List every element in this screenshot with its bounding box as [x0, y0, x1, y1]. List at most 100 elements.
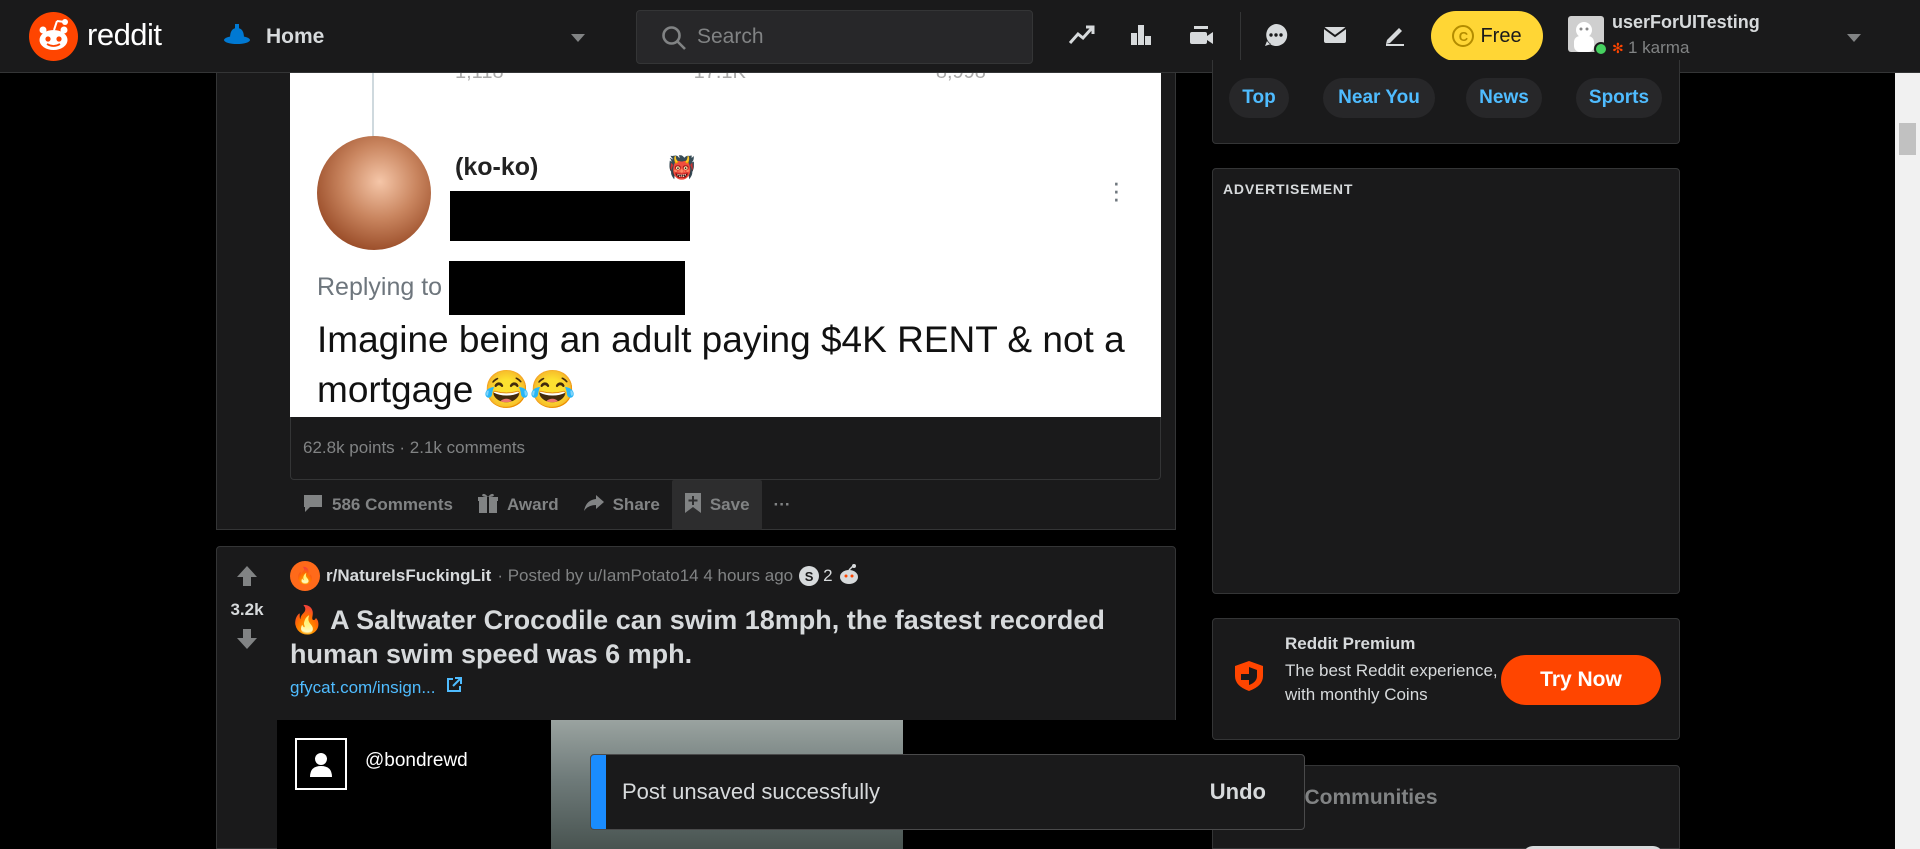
- upvote-icon[interactable]: [236, 565, 258, 592]
- feed-label: Home: [266, 25, 325, 48]
- chevron-down-icon: [1846, 30, 1862, 48]
- award-label: Award: [506, 495, 559, 514]
- header-divider: [1240, 12, 1241, 60]
- laughing-emoji-icon: 😂😂: [483, 369, 576, 410]
- chip-news[interactable]: News: [1466, 78, 1542, 118]
- more-vertical-icon: · · ·: [1112, 167, 1121, 213]
- user-dropdown[interactable]: userForUITesting ✻ 1 karma: [1568, 12, 1868, 62]
- karma-icon: ✻: [1612, 40, 1624, 56]
- vote-column: 3.2k: [217, 565, 277, 655]
- external-link[interactable]: gfycat.com/insign...: [290, 677, 462, 698]
- mail-icon: [1323, 26, 1347, 49]
- user-icon: [295, 738, 347, 790]
- more-options-button[interactable]: ···: [762, 480, 803, 530]
- pencil-icon: [1383, 23, 1407, 52]
- tweet-like-count: 8,998: [936, 73, 986, 84]
- silver-award-icon: S: [799, 566, 820, 586]
- post-title-text: A Saltwater Crocodile can swim 18mph, th…: [290, 605, 1105, 669]
- comments-label: 586 Comments: [332, 495, 453, 514]
- premium-card: Reddit Premium The best Reddit experienc…: [1212, 618, 1680, 740]
- tweet-replying-to: Replying to: [317, 273, 443, 301]
- post-meta: 🔥 r/NatureIsFuckingLit · Posted by u/Iam…: [290, 561, 861, 591]
- coin-icon: C: [1452, 25, 1475, 47]
- trending-icon: [1068, 25, 1095, 50]
- save-button[interactable]: Save: [671, 480, 762, 530]
- redacted-reply-handle: [449, 261, 685, 315]
- chat-icon: [1263, 22, 1289, 53]
- ogre-emoji-icon: 👹: [668, 155, 696, 180]
- karma-display: ✻ 1 karma: [1612, 38, 1689, 58]
- try-now-button[interactable]: Try Now: [1501, 655, 1661, 705]
- posted-by[interactable]: · Posted by u/IamPotato14 4 hours ago: [497, 566, 793, 586]
- undo-button[interactable]: Undo: [1210, 779, 1266, 805]
- subreddit-icon[interactable]: 🔥: [290, 561, 320, 591]
- home-icon: [222, 24, 252, 55]
- subreddit-link[interactable]: r/NatureIsFuckingLit: [326, 566, 491, 586]
- chip-near-you[interactable]: Near You: [1323, 78, 1435, 118]
- tweet-reply-count: 1,118: [455, 73, 504, 84]
- gift-icon: [477, 492, 499, 519]
- bookmark-plus-icon: [684, 492, 702, 519]
- crosspost-meta[interactable]: 62.8k points · 2.1k comments: [290, 417, 1161, 480]
- redacted-handle: [450, 191, 690, 241]
- award-count: 2: [823, 566, 833, 585]
- post-title[interactable]: 🔥 A Saltwater Crocodile can swim 18mph, …: [290, 603, 1140, 671]
- post-image[interactable]: 1,118 17.1K 8,998 (ko-ko) 👹 ··· Replying…: [290, 73, 1161, 417]
- fire-icon: 🔥: [290, 605, 324, 635]
- free-coins-button[interactable]: C Free: [1431, 11, 1543, 61]
- downvote-icon[interactable]: [236, 628, 258, 655]
- search-input[interactable]: [697, 23, 1017, 51]
- free-label: Free: [1480, 24, 1522, 47]
- live-button[interactable]: [1182, 18, 1220, 56]
- tweet-author-name: (ko-ko): [455, 153, 539, 181]
- page-scrollbar[interactable]: [1895, 73, 1920, 849]
- karma-count: 1 karma: [1628, 38, 1690, 57]
- trending-chips-card: Top Near You News Sports: [1212, 60, 1680, 144]
- advertisement-card: ADVERTISEMENT: [1212, 168, 1680, 594]
- popular-button[interactable]: [1063, 18, 1101, 56]
- tweet-text: Imagine being an adult paying $4K RENT &…: [317, 315, 1147, 415]
- tweet-avatar: [317, 136, 431, 250]
- feed-dropdown[interactable]: Home: [220, 14, 596, 58]
- all-button[interactable]: [1122, 18, 1160, 56]
- scrollbar-thumb[interactable]: [1899, 123, 1916, 155]
- toast-message: Post unsaved successfully: [622, 779, 881, 804]
- award-button[interactable]: Award: [465, 480, 571, 530]
- tweet-retweet-count: 17.1K: [694, 73, 746, 84]
- inbox-button[interactable]: [1316, 18, 1354, 56]
- tweet-body: Imagine being an adult paying $4K RENT &…: [317, 319, 1125, 410]
- toast-notification: Post unsaved successfully Undo: [590, 754, 1305, 830]
- video-icon: [1188, 24, 1214, 51]
- create-post-button[interactable]: [1376, 18, 1414, 56]
- share-icon: [583, 493, 605, 518]
- more-horizontal-icon: ···: [773, 495, 791, 514]
- ad-label: ADVERTISEMENT: [1223, 181, 1354, 197]
- online-status-dot: [1594, 42, 1608, 56]
- snoo-award-icon: [837, 563, 861, 590]
- chip-sports[interactable]: Sports: [1576, 78, 1662, 118]
- post-actions: 586 Comments Award Share Save ···: [290, 480, 803, 530]
- share-label: Share: [612, 495, 660, 514]
- search-bar[interactable]: [636, 10, 1033, 64]
- toast-accent-bar: [591, 755, 606, 829]
- reddit-logo-icon[interactable]: [29, 12, 78, 61]
- comments-button[interactable]: 586 Comments: [290, 480, 465, 530]
- comment-icon: [302, 493, 324, 518]
- shield-icon: [1232, 659, 1266, 698]
- tweet-stats-faded: 1,118 17.1K 8,998: [455, 73, 986, 84]
- chip-top[interactable]: Top: [1229, 78, 1289, 118]
- reddit-wordmark[interactable]: reddit: [87, 17, 162, 53]
- share-button[interactable]: Share: [571, 480, 672, 530]
- external-link-icon: [446, 677, 462, 698]
- username: userForUITesting: [1612, 12, 1760, 32]
- bar-chart-icon: [1129, 23, 1153, 52]
- save-label: Save: [709, 495, 750, 514]
- vote-count: 3.2k: [230, 600, 264, 619]
- crosspost-stats: 62.8k points · 2.1k comments: [303, 438, 526, 457]
- awards-display[interactable]: S 2: [799, 563, 860, 590]
- premium-title: Reddit Premium: [1285, 634, 1416, 653]
- thread-line: [372, 73, 374, 137]
- media-handle: @bondrewd: [365, 750, 468, 771]
- search-icon: [661, 25, 687, 56]
- chat-button[interactable]: [1257, 18, 1295, 56]
